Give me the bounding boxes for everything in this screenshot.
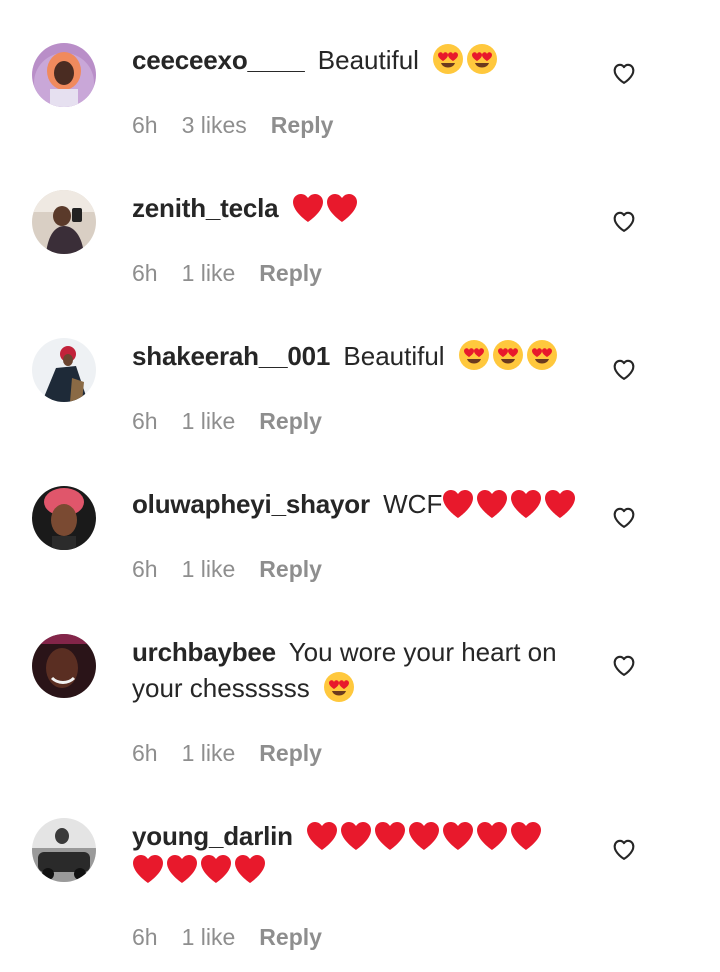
comment-meta: 6h 1 like Reply (132, 923, 322, 951)
avatar[interactable] (32, 634, 96, 698)
red-heart-icon (477, 822, 508, 850)
red-heart-icon (201, 855, 231, 883)
emoji-group (442, 489, 576, 519)
red-heart-icon (133, 855, 163, 883)
comment-text: oluwapheyi_shayor WCF (132, 486, 592, 522)
comment-text: young_darlin (132, 818, 592, 884)
emoji-group (132, 854, 592, 884)
heart-outline-icon[interactable] (610, 835, 638, 863)
red-heart-icon (511, 822, 542, 850)
comment-meta: 6h 1 like Reply (132, 555, 322, 583)
comment-username[interactable]: oluwapheyi_shayor (132, 489, 370, 519)
comment-message: Beautiful (317, 45, 419, 75)
reply-button[interactable]: Reply (259, 923, 322, 951)
reply-button[interactable]: Reply (259, 555, 322, 583)
comment-meta: 6h 3 likes Reply (132, 111, 333, 139)
comment-text: ceeceexo____ Beautiful (132, 42, 592, 78)
comment-username[interactable]: urchbaybee (132, 637, 276, 667)
comment-meta: 6h 1 like Reply (132, 259, 322, 287)
red-heart-icon (511, 490, 542, 518)
heart-outline-icon[interactable] (610, 503, 638, 531)
comment-message: Beautiful (343, 341, 445, 371)
comment-username[interactable]: ceeceexo____ (132, 45, 305, 75)
heart-eyes-icon (526, 340, 557, 370)
comment-time: 6h (132, 408, 158, 434)
red-heart-icon (307, 822, 338, 850)
comment-username[interactable]: zenith_tecla (132, 193, 279, 223)
avatar[interactable] (32, 818, 96, 882)
avatar[interactable] (32, 338, 96, 402)
comment-meta: 6h 1 like Reply (132, 739, 322, 767)
heart-outline-icon[interactable] (610, 59, 638, 87)
heart-eyes-icon (467, 44, 498, 74)
heart-eyes-icon (458, 340, 489, 370)
comment-likes[interactable]: 1 like (182, 259, 236, 287)
emoji-group (323, 671, 355, 703)
heart-eyes-icon (433, 44, 464, 74)
comment-time: 6h (132, 556, 158, 582)
red-heart-icon (341, 822, 372, 850)
comment-likes[interactable]: 3 likes (182, 111, 247, 139)
avatar[interactable] (32, 43, 96, 107)
comment-time: 6h (132, 260, 158, 286)
comment-text: urchbaybee You wore your heart on your c… (132, 634, 592, 706)
comment-text: shakeerah__001 Beautiful (132, 338, 592, 374)
comment-username[interactable]: young_darlin (132, 821, 293, 851)
comment-likes[interactable]: 1 like (182, 407, 236, 435)
comment-time: 6h (132, 740, 158, 766)
reply-button[interactable]: Reply (259, 739, 322, 767)
comment-text: zenith_tecla (132, 190, 592, 226)
comment-likes[interactable]: 1 like (182, 739, 236, 767)
heart-eyes-icon (323, 672, 354, 702)
heart-eyes-icon (492, 340, 523, 370)
red-heart-icon (292, 194, 323, 222)
reply-button[interactable]: Reply (259, 259, 322, 287)
comment-likes[interactable]: 1 like (182, 555, 236, 583)
heart-outline-icon[interactable] (610, 355, 638, 383)
comment-likes[interactable]: 1 like (182, 923, 236, 951)
red-heart-icon (167, 855, 197, 883)
comment-username[interactable]: shakeerah__001 (132, 341, 330, 371)
reply-button[interactable]: Reply (259, 407, 322, 435)
avatar[interactable] (32, 486, 96, 550)
emoji-group (306, 821, 542, 851)
red-heart-icon (235, 855, 265, 883)
red-heart-icon (545, 490, 576, 518)
emoji-group (292, 193, 358, 223)
comment-time: 6h (132, 924, 158, 950)
comment-meta: 6h 1 like Reply (132, 407, 322, 435)
red-heart-icon (477, 490, 508, 518)
red-heart-icon (443, 490, 474, 518)
avatar[interactable] (32, 190, 96, 254)
comment-message: WCF (383, 489, 443, 519)
comment-time: 6h (132, 112, 158, 138)
heart-outline-icon[interactable] (610, 651, 638, 679)
red-heart-icon (409, 822, 440, 850)
heart-outline-icon[interactable] (610, 207, 638, 235)
red-heart-icon (326, 194, 357, 222)
reply-button[interactable]: Reply (271, 111, 334, 139)
red-heart-icon (375, 822, 406, 850)
emoji-group (432, 43, 498, 75)
red-heart-icon (443, 822, 474, 850)
emoji-group (458, 339, 558, 371)
